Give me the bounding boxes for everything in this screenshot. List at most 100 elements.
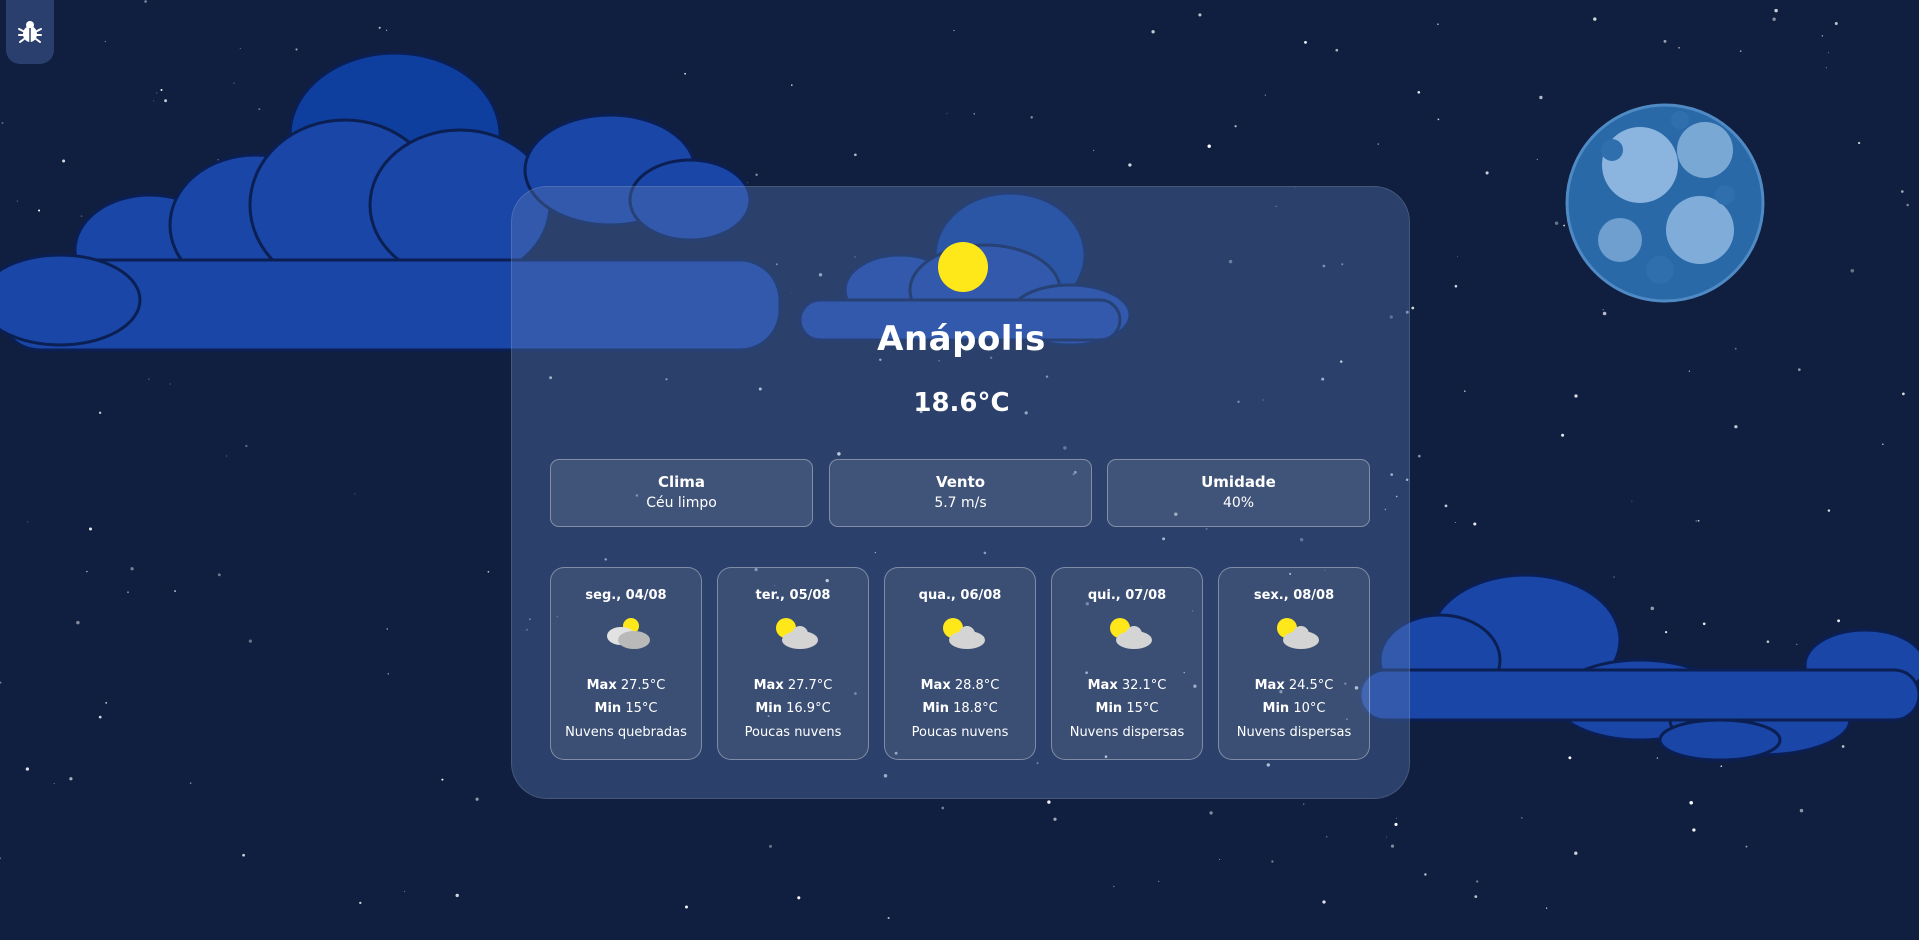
star <box>76 620 80 625</box>
star <box>144 0 147 3</box>
moon <box>1565 103 1765 303</box>
debug-button[interactable] <box>6 0 54 64</box>
star <box>1545 907 1548 909</box>
star <box>1554 221 1559 225</box>
star <box>248 639 253 643</box>
humidity-box: Umidade 40% <box>1107 459 1370 527</box>
star <box>1264 94 1267 96</box>
max-label: Max <box>1087 678 1118 693</box>
star <box>455 893 459 898</box>
forecast-description: Nuvens quebradas <box>565 725 687 740</box>
star <box>791 84 793 86</box>
max-temperature: 28.8°C <box>954 678 1000 693</box>
star <box>38 209 41 212</box>
star <box>1473 522 1477 526</box>
star <box>1702 622 1706 626</box>
min-temperature: 16.9°C <box>786 701 831 716</box>
sun-icon <box>938 242 988 292</box>
star <box>854 153 857 157</box>
star <box>295 48 298 51</box>
star <box>684 72 686 75</box>
star <box>1697 519 1700 522</box>
star <box>217 573 221 577</box>
star <box>1454 284 1458 288</box>
max-label: Max <box>586 678 617 693</box>
star <box>1437 118 1440 121</box>
star <box>1678 47 1680 49</box>
star <box>25 767 30 771</box>
star <box>164 99 168 103</box>
star <box>1464 390 1466 392</box>
star <box>887 916 890 920</box>
star <box>797 896 801 900</box>
star <box>1574 394 1578 398</box>
star <box>156 92 158 94</box>
star <box>404 890 406 892</box>
star <box>69 777 73 781</box>
star <box>685 905 688 909</box>
star <box>1665 631 1668 634</box>
star <box>258 108 261 111</box>
star <box>1613 576 1615 578</box>
star <box>148 378 150 380</box>
humidity-label: Umidade <box>1201 473 1276 491</box>
star <box>1335 48 1339 52</box>
star <box>1417 90 1421 94</box>
star <box>104 40 106 42</box>
star <box>1485 171 1489 175</box>
star <box>1850 269 1855 273</box>
star <box>1882 443 1884 445</box>
star <box>1796 643 1798 645</box>
min-temperature: 18.8°C <box>953 701 998 716</box>
forecast-card: seg., 04/08 Max 27.5°C Min 15°C Nuvens q… <box>550 567 702 760</box>
star <box>1593 17 1597 21</box>
star <box>242 853 245 857</box>
wind-value: 5.7 m/s <box>934 495 987 511</box>
star <box>1454 522 1456 523</box>
star <box>1444 504 1448 508</box>
star <box>1602 309 1604 311</box>
star <box>1602 311 1607 316</box>
min-label: Min <box>922 701 949 716</box>
star <box>1837 619 1841 623</box>
star <box>1692 828 1696 832</box>
star <box>1396 817 1398 819</box>
star <box>1457 256 1459 258</box>
current-temperature: 18.6°C <box>913 388 1010 418</box>
star <box>1574 851 1578 855</box>
star <box>755 173 758 177</box>
cloud-right <box>1358 573 1919 762</box>
star <box>239 48 241 49</box>
star <box>1827 52 1829 54</box>
star <box>1303 803 1305 805</box>
partly-cloudy-icon <box>1110 618 1152 649</box>
forecast-date: ter., 05/08 <box>755 588 831 603</box>
star <box>53 782 55 785</box>
wind-label: Vento <box>935 473 986 491</box>
star <box>354 493 356 495</box>
star <box>378 26 381 29</box>
max-label: Max <box>1254 678 1285 693</box>
star <box>1209 811 1213 815</box>
star <box>1394 822 1398 826</box>
star <box>1234 125 1237 128</box>
max-temperature: 32.1°C <box>1121 678 1167 693</box>
star <box>1766 640 1770 643</box>
forecast-card: qua., 06/08 Max 28.8°C Min 18.8°C Poucas… <box>884 567 1036 760</box>
forecast-description: Poucas nuvens <box>744 725 842 740</box>
min-temperature: 10°C <box>1293 701 1326 716</box>
star <box>1198 13 1202 17</box>
forecast-date: sex., 08/08 <box>1253 588 1335 603</box>
star <box>1539 95 1543 100</box>
star <box>1799 808 1804 813</box>
star <box>105 701 108 704</box>
star <box>1631 500 1633 502</box>
star <box>768 844 773 848</box>
city-name: Anápolis <box>877 319 1046 359</box>
star <box>359 901 362 905</box>
weather-condition-box: Clima Céu limpo <box>550 459 813 527</box>
forecast-date: qua., 06/08 <box>918 588 1002 603</box>
star <box>1411 306 1415 310</box>
humidity-value: 40% <box>1222 495 1255 511</box>
max-label: Max <box>753 678 784 693</box>
